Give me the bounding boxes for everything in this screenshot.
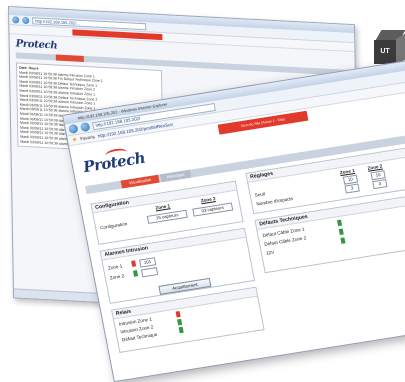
screenshot-scene: http://192.168.105.202/... Protech Date … bbox=[0, 0, 405, 382]
alarm-zone1-led bbox=[131, 260, 137, 267]
favorites-label[interactable]: Favoris bbox=[80, 134, 96, 141]
protech-logo: Protech bbox=[81, 147, 147, 177]
back-tab-active[interactable] bbox=[55, 54, 84, 62]
tab-visualisation[interactable]: Visualisation bbox=[120, 174, 160, 189]
forward-arrow-icon[interactable] bbox=[79, 121, 91, 133]
impacts-zone1-value[interactable]: 3 bbox=[344, 183, 360, 194]
12v-label: 12V bbox=[265, 249, 275, 256]
acquittement-button[interactable]: Acquittement bbox=[158, 277, 212, 295]
config-zone1-header: Zone 1 bbox=[154, 203, 171, 211]
alarm-zone2-label: Zone 2 bbox=[109, 273, 125, 281]
12v-led bbox=[340, 237, 346, 244]
impacts-zone2-value[interactable]: 3 bbox=[372, 179, 388, 190]
favorites-star-icon[interactable]: ★ bbox=[71, 136, 78, 144]
alarm-zone2-led bbox=[133, 270, 139, 277]
relais-defaut-led bbox=[178, 326, 184, 334]
cable-zone2-led bbox=[338, 228, 344, 236]
config-zone2-value: 03 capteurs bbox=[192, 202, 234, 217]
forward-arrow-icon[interactable] bbox=[22, 16, 30, 25]
config-zone1-value: 15 capteurs bbox=[146, 209, 188, 224]
alarm-zone1-count: 101 bbox=[139, 257, 157, 268]
relais-intrusion1-led bbox=[175, 311, 181, 318]
cube-label: UT bbox=[374, 40, 396, 64]
impacts-label: Nombre d'impacts bbox=[256, 195, 294, 207]
alarm-zone1-label: Zone 1 bbox=[107, 263, 123, 271]
config-row-label: Configuration bbox=[99, 221, 128, 231]
back-arrow-icon[interactable] bbox=[12, 16, 20, 24]
tab-historique[interactable]: Historique bbox=[160, 169, 192, 183]
cable-zone2-label: Défaut Câble Zone 2 bbox=[263, 235, 307, 247]
reglages-zone1-header: Zone 1 bbox=[339, 167, 356, 176]
monitoring-browser-window: http://192.168.105.202 - Windows Interne… bbox=[62, 58, 405, 382]
config-zone2-header: Zone 2 bbox=[200, 196, 216, 204]
back-arrow-icon[interactable] bbox=[68, 123, 79, 135]
reglages-zone2-header: Zone 2 bbox=[367, 163, 383, 171]
seuil-label: Seuil bbox=[254, 191, 266, 198]
alarm-zone2-count bbox=[140, 267, 159, 278]
cable-zone1-led bbox=[336, 219, 343, 227]
relais-intrusion2-led bbox=[177, 318, 183, 326]
